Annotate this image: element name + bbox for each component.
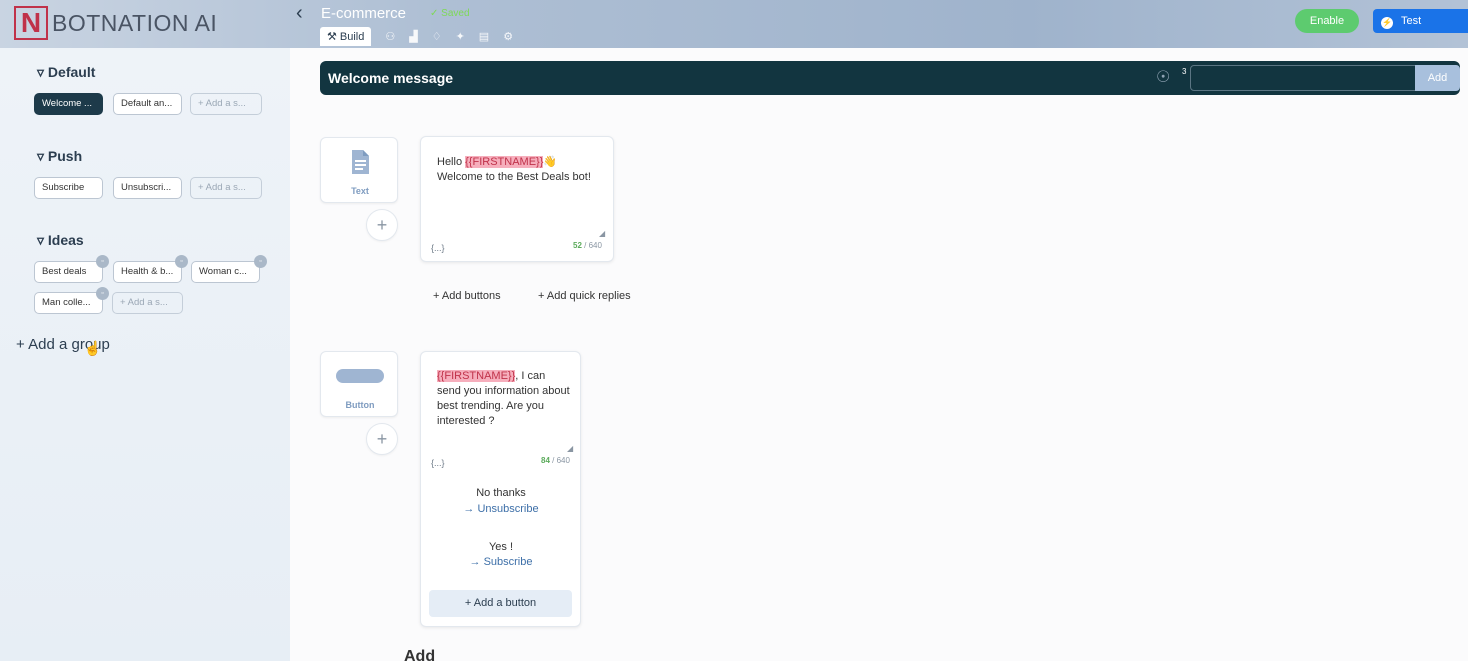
message-text-part: Hello — [437, 156, 466, 168]
group-title-push[interactable]: ▿ Push — [37, 148, 82, 165]
add-quick-replies-link[interactable]: + Add quick replies — [538, 290, 631, 302]
char-max: / 640 — [552, 456, 570, 465]
group-title-default[interactable]: ▿ Default — [37, 64, 95, 81]
char-counter: 84 / 640 — [541, 456, 570, 465]
group-title-ideas[interactable]: ▿ Ideas — [37, 232, 84, 249]
block-chip-default-answer[interactable]: Default an... — [113, 93, 182, 115]
button-action-unsubscribe[interactable]: → Unsubscribe — [421, 503, 581, 515]
enable-button[interactable]: Enable — [1295, 9, 1359, 33]
add-buttons-link[interactable]: + Add buttons — [433, 290, 501, 302]
block-title-bar: Welcome message ☉ 3 Add — [320, 61, 1460, 95]
message-text-part: Welcome to the Best Deals bot! — [437, 171, 591, 183]
button-title-no-thanks[interactable]: No thanks — [421, 487, 581, 499]
group-title-label: Ideas — [47, 232, 84, 248]
text-message-card[interactable]: Hello {{FIRSTNAME}}👋 Welcome to the Best… — [420, 136, 614, 262]
block-chip-subscribe[interactable]: Subscribe — [34, 177, 103, 199]
add-element-heading: Add — [404, 648, 436, 661]
resize-handle-icon[interactable]: ◢ — [599, 229, 605, 238]
group-title-label: Push — [47, 148, 83, 164]
action-label: Subscribe — [483, 556, 533, 568]
block-chip-man-collection[interactable]: Man colle... — [34, 292, 103, 314]
tab-analytics-icon[interactable]: ▟ — [409, 30, 417, 43]
add-block-chip[interactable]: + Add a s... — [190, 177, 262, 199]
chip-badge: ▫ — [175, 255, 188, 268]
block-chip-health-beauty[interactable]: Health & b... — [113, 261, 182, 283]
top-header: N BOTNATION AI ‹ E-commerce ✓ Saved ⚒ Bu… — [0, 0, 1468, 48]
keyword-add-button[interactable]: Add — [1415, 65, 1460, 91]
wrench-icon: ⚒ — [327, 31, 337, 43]
char-count: 84 — [541, 456, 550, 465]
chip-badge: ▫ — [96, 287, 109, 300]
add-block-chip[interactable]: + Add a s... — [112, 292, 183, 314]
sidebar: ▿ Default Welcome ... Default an... + Ad… — [0, 48, 290, 661]
tab-settings-icon[interactable]: ⚙ — [503, 30, 513, 43]
keyword-input[interactable] — [1190, 65, 1416, 91]
button-type-label: Button — [345, 400, 375, 410]
messenger-icon: ⚡ — [1381, 17, 1393, 29]
logo-text: BOTNATION AI — [52, 9, 218, 36]
char-counter: 52 / 640 — [573, 241, 602, 250]
button-message-card[interactable]: {{FIRSTNAME}}, I can send you informatio… — [420, 351, 581, 627]
char-count: 52 — [573, 241, 582, 250]
mouse-cursor-icon: ☝ — [84, 340, 102, 356]
button-shape-icon — [336, 369, 384, 383]
insert-variable-button[interactable]: {...} — [431, 458, 445, 468]
firstname-variable: {{FIRSTNAME}} — [465, 156, 544, 168]
block-chip-unsubscribe[interactable]: Unsubscri... — [113, 177, 182, 199]
char-max: / 640 — [584, 241, 602, 250]
robot-icon[interactable]: ☉ — [1156, 67, 1170, 87]
test-button[interactable]: ⚡ Test — [1373, 9, 1468, 33]
add-block-label: Add a s... — [127, 297, 168, 308]
document-icon — [352, 150, 369, 174]
add-block-label: Add a s... — [205, 98, 246, 109]
bot-name: E-commerce — [321, 5, 407, 22]
test-button-label: Test — [1401, 15, 1422, 27]
chip-badge: ▫ — [254, 255, 267, 268]
tab-integrations-icon[interactable]: ✦ — [456, 30, 465, 43]
add-block-label: Add a s... — [205, 182, 246, 193]
tab-build-label: Build — [339, 30, 365, 43]
tab-build[interactable]: ⚒ Build — [320, 27, 372, 46]
button-type-card[interactable]: Button — [320, 351, 398, 417]
block-title[interactable]: Welcome message — [328, 70, 453, 86]
group-title-label: Default — [47, 64, 96, 80]
text-type-card[interactable]: Text — [320, 137, 398, 203]
text-message-content[interactable]: Hello {{FIRSTNAME}}👋 Welcome to the Best… — [437, 155, 607, 185]
tab-ai-icon[interactable]: ⚇ — [385, 30, 395, 43]
insert-variable-button[interactable]: {...} — [431, 243, 445, 253]
add-element-plus-icon[interactable]: + — [366, 209, 398, 241]
button-action-subscribe[interactable]: → Subscribe — [421, 556, 581, 568]
add-element-plus-icon[interactable]: + — [366, 423, 398, 455]
block-chip-welcome[interactable]: Welcome ... — [34, 93, 103, 115]
bot-tabs: ⚒ Build ⚇ ▟ ♢ ✦ ▤ ⚙ — [320, 27, 513, 46]
tab-broadcast-icon[interactable]: ▤ — [479, 30, 489, 43]
button-message-content[interactable]: {{FIRSTNAME}}, I can send you informatio… — [437, 369, 572, 429]
tab-notifications-icon[interactable]: ♢ — [432, 30, 442, 43]
add-quick-replies-label: Add quick replies — [546, 290, 631, 302]
wave-emoji: 👋 — [543, 156, 558, 168]
action-label: Unsubscribe — [477, 503, 539, 515]
add-buttons-label: Add buttons — [441, 290, 501, 302]
botnation-logo[interactable]: N BOTNATION AI — [14, 6, 217, 40]
chip-badge: ▫ — [96, 255, 109, 268]
add-a-button-label: Add a button — [473, 597, 537, 609]
text-type-label: Text — [351, 186, 369, 196]
robot-count: 3 — [1182, 67, 1187, 76]
block-chip-woman-collection[interactable]: Woman c... — [191, 261, 260, 283]
back-chevron-icon[interactable]: ‹ — [296, 2, 303, 25]
firstname-variable: {{FIRSTNAME}} — [437, 370, 516, 382]
resize-handle-icon[interactable]: ◢ — [567, 444, 573, 453]
add-a-button[interactable]: + Add a button — [429, 590, 572, 617]
logo-mark: N — [14, 6, 48, 40]
block-chip-best-deals[interactable]: Best deals — [34, 261, 103, 283]
button-title-yes[interactable]: Yes ! — [421, 541, 581, 553]
add-block-chip[interactable]: + Add a s... — [190, 93, 262, 115]
save-status: ✓ Saved — [430, 8, 470, 19]
